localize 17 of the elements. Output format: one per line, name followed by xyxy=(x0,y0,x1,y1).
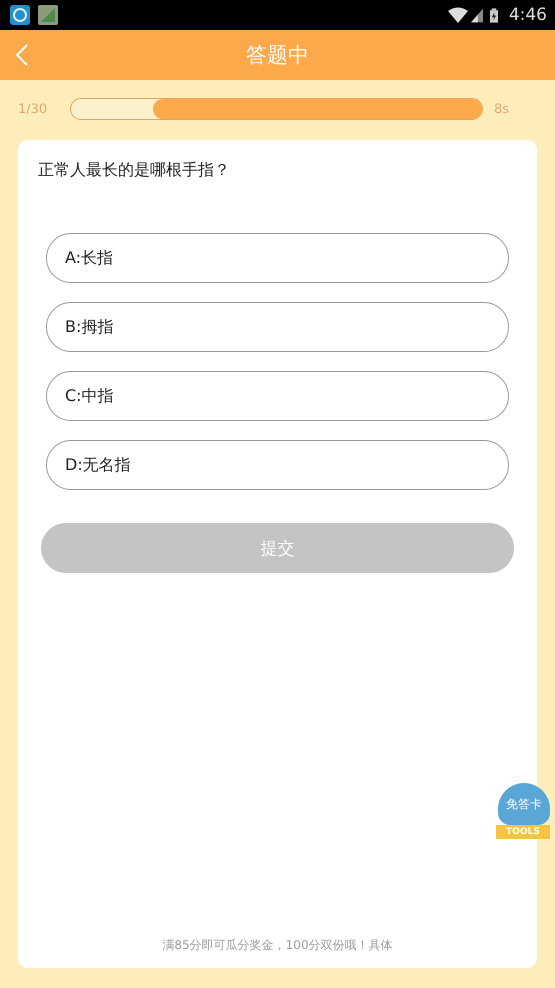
answer-option[interactable]: B:拇指 xyxy=(46,302,509,352)
app-icon xyxy=(10,5,30,25)
status-time: 4:46 xyxy=(508,5,547,25)
answer-option[interactable]: D:无名指 xyxy=(46,440,509,490)
tools-ribbon: TOOLS xyxy=(496,825,550,839)
answer-option[interactable]: A:长指 xyxy=(46,233,509,283)
question-text: 正常人最长的是哪根手指？ xyxy=(37,159,231,181)
screen-title: 答题中 xyxy=(246,42,309,69)
timer-text: 8s xyxy=(494,102,510,116)
question-counter: 1/30 xyxy=(18,102,48,116)
battery-charging-icon xyxy=(490,8,498,22)
signal-icon xyxy=(470,8,483,22)
answer-option[interactable]: C:中指 xyxy=(46,371,509,421)
footer-note: 满85分即可瓜分奖金，100分双份哦！具体 xyxy=(161,937,394,954)
back-icon[interactable] xyxy=(16,44,28,66)
app-icon xyxy=(38,5,58,25)
wifi-icon xyxy=(448,7,468,23)
